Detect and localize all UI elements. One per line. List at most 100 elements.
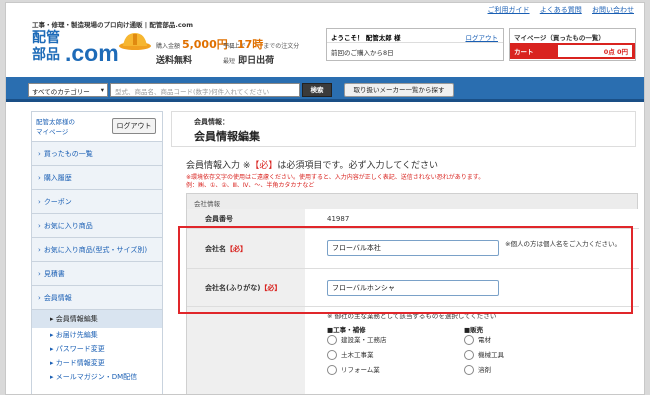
radio-label: 溶剤	[478, 366, 491, 374]
sidebar-sub-newsletter[interactable]: ▸ メールマガジン・DM配信	[32, 370, 162, 384]
cart-value: 0点 0円	[558, 45, 632, 57]
radio-renovation[interactable]: リフォーム業	[327, 364, 380, 375]
header-logout-link[interactable]: ログアウト	[466, 32, 499, 42]
same-day-suffix: までの注文分	[263, 43, 300, 50]
sidebar-sub-card[interactable]: ▸ カード情報変更	[32, 356, 162, 370]
triangle-right-icon: ▸	[50, 373, 54, 381]
radio-electrical[interactable]: 電材	[464, 334, 491, 345]
highlight-box	[178, 226, 633, 314]
sidebar-item-favorites-by-size[interactable]: › お気に入り商品(型式・サイズ別)	[32, 238, 162, 262]
category-selected: すべてのカテゴリー	[32, 88, 90, 96]
search-bar: すべてのカテゴリー ▾ 型式、商品名、商品コード(数字)何件入れてください 検索…	[6, 77, 644, 102]
arrow-right-icon: ›	[38, 270, 41, 278]
user-box: ようこそ！ 配管太郎 様 ログアウト 前回のご購入から8日	[326, 28, 504, 61]
triangle-right-icon: ▸	[50, 359, 54, 367]
sidebar-item-history[interactable]: › 購入履歴	[32, 166, 162, 190]
same-day-prefix: 平日	[223, 43, 236, 50]
section-label: 会社情報	[194, 200, 220, 208]
required-suffix: は必須項目です。必ず入力してください	[277, 161, 438, 171]
free-ship-prefix: 購入金額	[156, 43, 181, 50]
radio-circle-icon	[327, 365, 337, 375]
same-day-sub-prefix: 最短	[223, 58, 236, 65]
triangle-right-icon: ▸	[50, 345, 54, 353]
radio-circle-icon	[327, 350, 337, 360]
mypage-box: マイページ（買ったもの一覧） カート 0点 0円	[509, 28, 636, 61]
cart-label: カート	[514, 48, 534, 56]
mypage-sidebar: 配管太郎様の マイページ ログアウト › 買ったもの一覧 › 購入履歴 › クーポン …	[31, 111, 163, 394]
business-type-row: ※ 御社の主な業務として該当するものを選択してください ■工事・補修 建設業・工…	[187, 307, 639, 394]
logo-text-com: .com	[65, 40, 119, 66]
contact-link[interactable]: お問い合わせ	[592, 6, 634, 14]
radio-circle-icon	[464, 365, 474, 375]
radio-solvent[interactable]: 溶剤	[464, 364, 491, 375]
warning-line-2: 例：㈱、①、②、Ⅲ、Ⅳ、～、半角カタカナなど	[186, 182, 315, 189]
maker-list-button[interactable]: 取り扱いメーカー一覧から探す	[344, 83, 454, 97]
sidebar-sub-edit-member[interactable]: ▸ 会員情報編集	[32, 310, 162, 328]
sidebar-item-label: お気に入り商品(型式・サイズ別)	[43, 246, 148, 254]
chevron-down-icon: ▾	[100, 86, 104, 94]
sidebar-item-label: 見積書	[43, 270, 65, 278]
radio-label: リフォーム業	[341, 366, 380, 374]
sidebar-sub-label: パスワード変更	[55, 345, 105, 353]
sidebar-item-quotes[interactable]: › 見積書	[32, 262, 162, 286]
site-tagline: 工事・修理・製造現場のプロ向け通販 | 配管部品.com	[32, 21, 193, 29]
free-ship-amount: 5,000円	[181, 38, 228, 51]
sidebar-item-favorites[interactable]: › お気に入り商品	[32, 214, 162, 238]
page-heading-box: 会員情報： 会員情報編集	[171, 111, 636, 147]
logo-text-1: 配管	[32, 30, 60, 46]
sidebar-item-label: お気に入り商品	[43, 222, 93, 230]
sidebar-sub-label: メールマガジン・DM配信	[55, 373, 138, 381]
sidebar-item-coupon[interactable]: › クーポン	[32, 190, 162, 214]
radio-circle-icon	[464, 350, 474, 360]
warning-line-1: ※環境依存文字の使用はご遠慮ください。使用すると、入力内容が正しく表記、送信され…	[186, 174, 485, 181]
search-input[interactable]: 型式、商品名、商品コード(数字)何件入れてください	[110, 83, 300, 97]
sidebar-item-purchased[interactable]: › 買ったもの一覧	[32, 142, 162, 166]
sidebar-logout-button[interactable]: ログアウト	[112, 118, 156, 134]
search-button[interactable]: 検索	[302, 83, 332, 97]
sidebar-item-member-info[interactable]: › 会員情報	[32, 286, 162, 310]
cart-button[interactable]: カート 0点 0円	[510, 43, 635, 59]
same-day-time: 17時	[236, 38, 264, 51]
warning-text: ※環境依存文字の使用はご遠慮ください。使用すると、入力内容が正しく表記、送信され…	[186, 174, 626, 190]
sidebar-item-label: 購入履歴	[43, 174, 72, 182]
sidebar-item-label: 買ったもの一覧	[43, 150, 93, 158]
triangle-right-icon: ▸	[50, 315, 54, 323]
logo-text-2: 部品	[32, 47, 60, 63]
radio-label: 機械工具	[478, 351, 504, 359]
radio-construction[interactable]: 建設業・工務店	[327, 334, 387, 345]
sidebar-sub-label: カード情報変更	[55, 359, 105, 367]
radio-civil-engineering[interactable]: 土木工事業	[327, 349, 374, 360]
required-note: 会員情報入力 ※【必】は必須項目です。必ず入力してください	[186, 158, 438, 171]
browser-frame: ご利用ガイド よくある質問 お問い合わせ 工事・修理・製造現場のプロ向け通販 |…	[5, 2, 645, 395]
sidebar-item-label: 会員情報	[43, 294, 72, 302]
guide-link[interactable]: ご利用ガイド	[488, 6, 530, 14]
radio-circle-icon	[327, 335, 337, 345]
faq-link[interactable]: よくある質問	[540, 6, 582, 14]
radio-label: 建設業・工務店	[341, 336, 387, 344]
same-day-label: 即日出荷	[238, 56, 275, 66]
category-select[interactable]: すべてのカテゴリー ▾	[28, 83, 108, 97]
sidebar-user: 配管太郎様の マイページ ログアウト	[32, 112, 162, 142]
breadcrumb: 会員情報：	[194, 118, 229, 126]
site-logo[interactable]: 配管 部品 .com	[32, 30, 152, 66]
group-construction-title: ■工事・補修	[327, 326, 366, 334]
sidebar-sub-password[interactable]: ▸ パスワード変更	[32, 342, 162, 356]
last-visit-text: 前回のご購入から8日	[331, 49, 394, 57]
radio-machine-tools[interactable]: 機械工具	[464, 349, 504, 360]
business-type-label	[187, 307, 305, 394]
member-no-value: 41987	[327, 215, 350, 223]
sidebar-sub-label: 会員情報編集	[55, 315, 98, 323]
user-greeting: ようこそ！ 配管太郎 様	[331, 34, 401, 42]
arrow-right-icon: ›	[38, 246, 41, 254]
arrow-right-icon: ›	[38, 198, 41, 206]
group-sales-title: ■販売	[464, 326, 484, 334]
arrow-right-icon: ›	[38, 150, 41, 158]
mypage-link[interactable]: マイページ（買ったもの一覧）	[510, 29, 635, 43]
sidebar-sub-delivery[interactable]: ▸ お届け先編集	[32, 328, 162, 342]
arrow-right-icon: ›	[38, 294, 41, 302]
required-prefix: 会員情報入力 ※	[186, 161, 251, 171]
radio-circle-icon	[464, 335, 474, 345]
arrow-right-icon: ›	[38, 174, 41, 182]
required-mark: 【必】	[250, 161, 278, 171]
page-title: 会員情報編集	[194, 130, 260, 143]
